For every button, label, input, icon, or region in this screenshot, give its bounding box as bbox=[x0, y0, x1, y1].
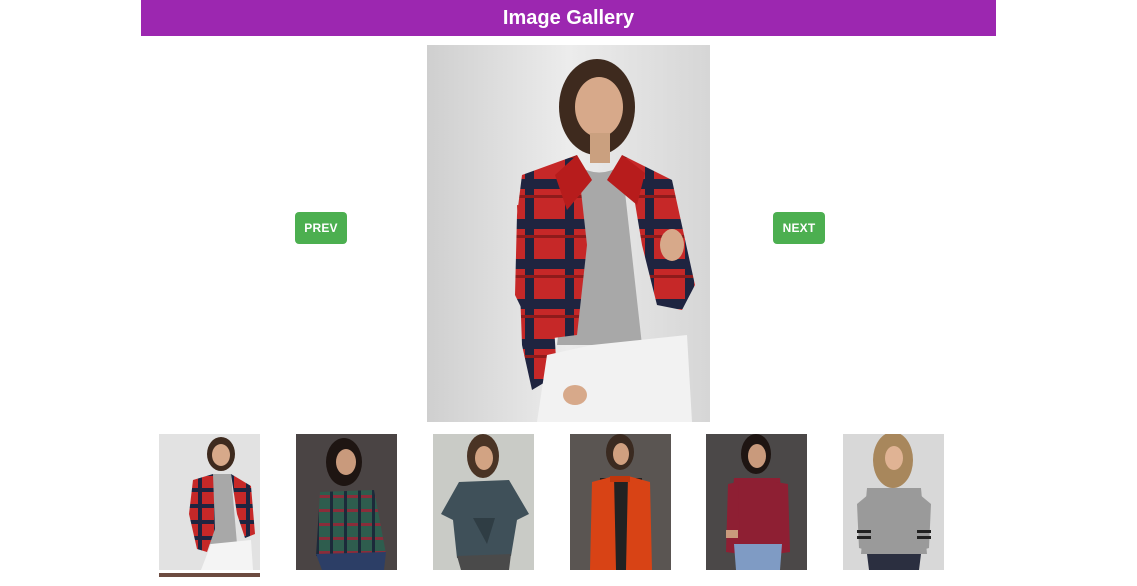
prev-button[interactable]: PREV bbox=[295, 212, 347, 244]
thumbnail-photo bbox=[843, 434, 944, 570]
thumbnail-photo bbox=[706, 434, 807, 570]
main-image bbox=[427, 45, 710, 422]
thumbnail-3[interactable] bbox=[433, 434, 534, 570]
thumbnail-4[interactable] bbox=[570, 434, 671, 570]
thumbnail-photo bbox=[433, 434, 534, 570]
thumbnail-2[interactable] bbox=[296, 434, 397, 570]
thumbnail-photo bbox=[159, 434, 260, 570]
gallery-header: Image Gallery bbox=[141, 0, 996, 36]
page-title: Image Gallery bbox=[502, 6, 635, 29]
thumbnail-6[interactable] bbox=[843, 434, 944, 570]
active-thumbnail-indicator bbox=[159, 573, 260, 577]
thumbnail-1[interactable] bbox=[159, 434, 260, 570]
main-photo-illustration bbox=[427, 45, 710, 422]
thumbnail-5[interactable] bbox=[706, 434, 807, 570]
thumbnail-photo bbox=[296, 434, 397, 570]
thumbnail-photo bbox=[570, 434, 671, 570]
next-button[interactable]: NEXT bbox=[773, 212, 825, 244]
